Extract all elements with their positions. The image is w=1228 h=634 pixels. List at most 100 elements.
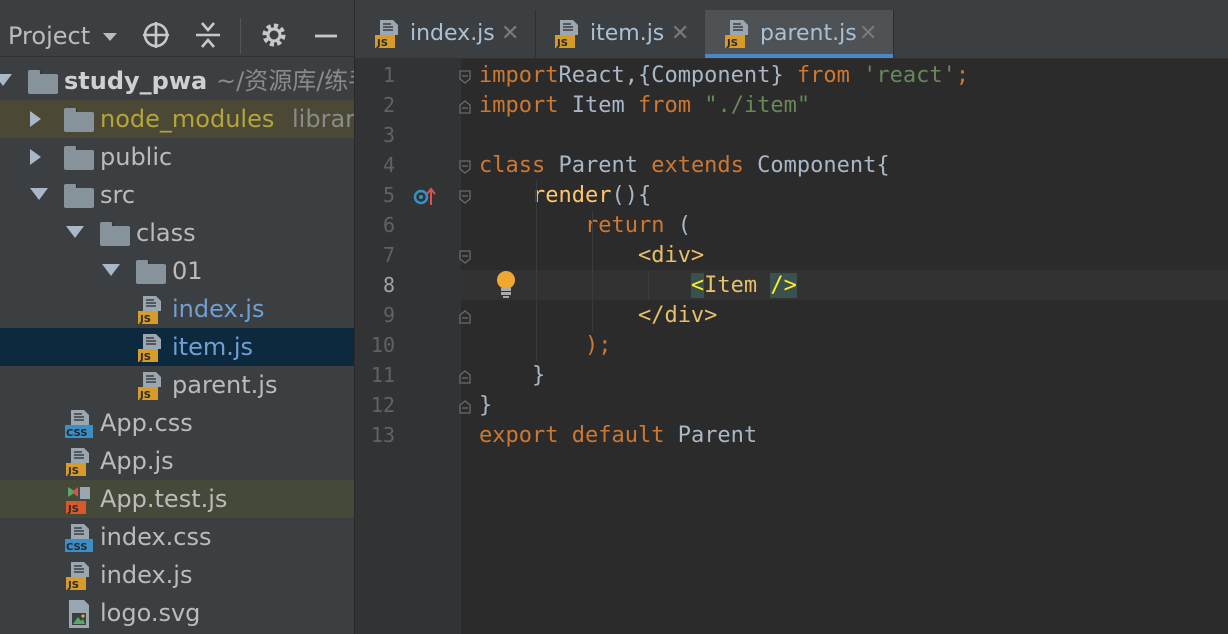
project-toolbar: Project [0,0,354,57]
code-line[interactable]: } [479,361,545,391]
fold-open-icon[interactable] [459,250,471,264]
svg-text:JS: JS [376,38,388,49]
svg-text:JS: JS [556,38,568,49]
close-tab-icon[interactable]: ✕ [671,21,689,46]
folder-icon [64,146,94,170]
code-token: < [690,273,705,298]
gear-icon[interactable] [259,20,289,50]
override-method-icon[interactable] [413,185,437,209]
code-line[interactable]: <Item /> [479,271,797,301]
tab-item-js[interactable]: JS item.js ✕ [535,10,706,58]
tree-row[interactable]: src [0,176,354,214]
project-panel: Project study_pwa~/资源库/练手/snode_modulesl… [0,0,354,634]
folder-icon-body [100,226,130,246]
folder-icon-body [64,150,94,170]
collapse-all-icon[interactable] [193,20,223,50]
folder-icon [136,260,166,284]
code-line[interactable]: importReact,{Component} from 'react'; [479,61,969,91]
code-token: (){ [611,183,652,208]
fold-open-icon[interactable] [459,70,471,84]
fold-end-icon[interactable] [459,370,471,384]
expand-arrow-right-icon[interactable] [30,149,41,165]
project-view-dropdown[interactable]: Project [8,22,118,50]
tree-item-label: logo.svg [100,599,201,627]
code-line[interactable]: </div> [479,301,717,331]
expand-arrow-down-icon[interactable] [0,74,12,86]
code-token: extends [651,153,744,178]
expand-arrow-right-icon[interactable] [30,111,41,127]
tree-item-label: study_pwa [64,67,208,95]
locate-target-icon[interactable] [141,20,171,50]
tree-row[interactable]: JS item.js [0,328,354,366]
code-token: Item [704,273,771,298]
css-file-icon: CSS [65,524,93,553]
tree-row[interactable]: JS App.test.js [0,480,354,518]
lightbulb-icon[interactable] [494,269,518,299]
svg-text:JS: JS [139,314,151,325]
tree-row[interactable]: public [0,138,354,176]
indent-guide [536,181,537,361]
tree-row[interactable]: CSS index.css [0,518,354,556]
line-number: 4 [382,153,395,177]
code-line[interactable]: export default Parent [479,421,757,451]
svg-text:JS: JS [139,352,151,363]
minimize-icon[interactable] [311,20,341,50]
code-token: from [796,63,850,88]
svg-text:JS: JS [67,466,79,477]
fold-end-icon[interactable] [459,400,471,414]
js-file-icon: JS [66,562,89,591]
line-number: 13 [370,423,395,447]
code-token: "./item" [704,93,811,118]
tree-row[interactable]: node_modules library ro [0,100,354,138]
expand-arrow-down-icon[interactable] [66,226,84,238]
tree-item-label: App.js [100,447,174,475]
svg-text:CSS: CSS [66,428,87,439]
fold-end-icon[interactable] [459,310,471,324]
fold-open-icon[interactable] [459,160,471,174]
tab-parent-js[interactable]: JS parent.js ✕ [705,10,894,58]
tree-row[interactable]: JS index.js [0,290,354,328]
line-number: 7 [382,243,395,267]
tree-row[interactable]: logo.svg [0,594,354,632]
code-line[interactable]: class Parent extends Component{ [479,151,890,181]
line-number: 9 [382,303,395,327]
line-number: 6 [382,213,395,237]
js-file-icon: JS [555,20,578,49]
code-token: <div> [637,243,705,268]
fold-open-icon[interactable] [459,190,471,204]
tree-row[interactable]: JS index.js [0,556,354,594]
tree-item-label: 01 [172,257,203,285]
code-token: } [479,393,493,418]
expand-arrow-down-icon[interactable] [102,264,120,276]
tree-row[interactable]: 01 [0,252,354,290]
line-number: 8 [382,273,395,297]
tab-label: parent.js [760,21,857,46]
code-line[interactable]: ); [479,331,612,361]
tree-row[interactable]: CSS App.css [0,404,354,442]
fold-end-icon[interactable] [459,100,471,114]
tree-row[interactable]: study_pwa ~/资源库/练手/s [0,62,354,100]
chevron-down-icon [102,33,117,41]
code-line[interactable]: import Item from "./item" [479,91,810,121]
code-line[interactable]: return ( [479,211,691,241]
close-tab-icon[interactable]: ✕ [501,21,519,46]
close-tab-icon[interactable]: ✕ [859,21,877,46]
code-editor[interactable]: 1 2 3 4 5 6 7 8 9 10 11 12 13 importReact,{Component… [355,59,1228,634]
tree-row[interactable]: class [0,214,354,252]
code-line[interactable]: } [479,391,492,421]
code-token: Parent [664,423,758,448]
expand-arrow-down-icon[interactable] [30,188,48,200]
tree-item-label: src [100,181,136,209]
tree-row[interactable]: JS App.js [0,442,354,480]
tab-index-js[interactable]: JS index.js ✕ [355,10,536,58]
tree-row[interactable]: JS parent.js [0,366,354,404]
code-line[interactable]: render(){ [479,181,651,211]
tree-item-label: index.js [172,295,265,323]
line-number: 2 [382,93,395,117]
code-token: return [584,213,665,238]
